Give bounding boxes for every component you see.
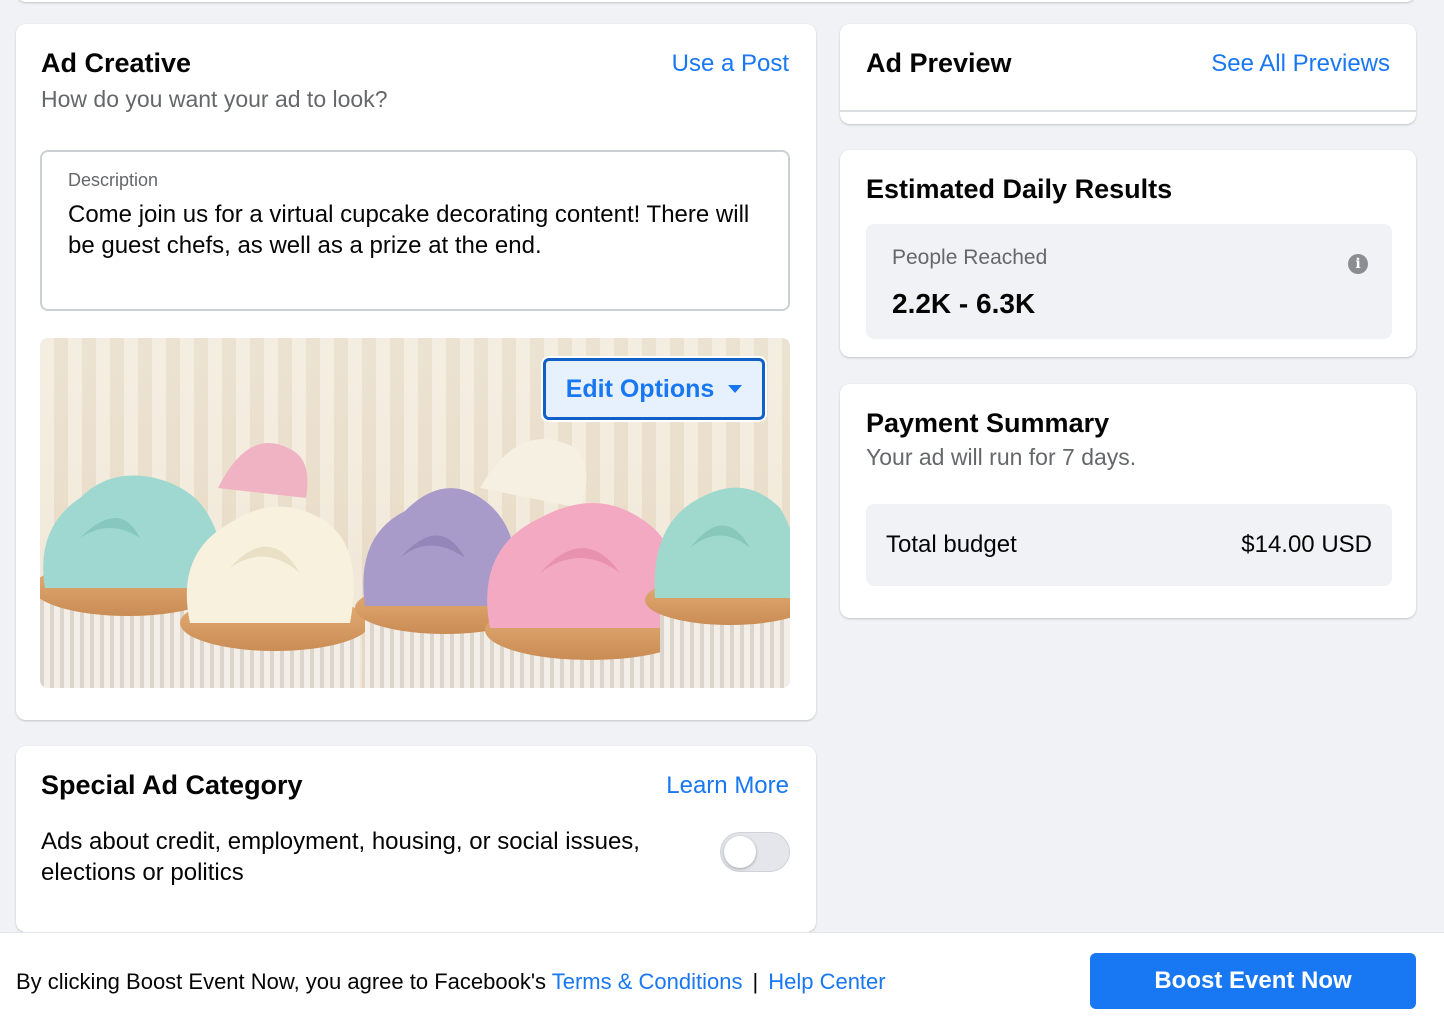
caret-down-icon bbox=[728, 385, 743, 393]
use-a-post-link[interactable]: Use a Post bbox=[672, 50, 789, 78]
ad-creative-subtitle: How do you want your ad to look? bbox=[41, 86, 388, 112]
ad-creative-card: Ad Creative How do you want your ad to l… bbox=[16, 24, 816, 720]
people-reached-label: People Reached bbox=[892, 246, 1048, 269]
special-ad-description: Ads about credit, employment, housing, o… bbox=[41, 828, 640, 886]
ad-image: Edit Options bbox=[40, 338, 790, 688]
terms-conditions-link[interactable]: Terms & Conditions bbox=[552, 969, 743, 994]
ad-preview-card: Ad Preview See All Previews bbox=[840, 24, 1416, 124]
boost-event-now-button[interactable]: Boost Event Now bbox=[1090, 953, 1416, 1009]
agreement-text: By clicking Boost Event Now, you agree t… bbox=[16, 969, 547, 994]
footer-bar: By clicking Boost Event Now, you agree t… bbox=[0, 932, 1444, 1022]
cupcake-teal-right bbox=[645, 487, 790, 688]
toggle-knob bbox=[724, 836, 756, 868]
edit-options-label: Edit Options bbox=[565, 374, 715, 403]
cupcake-back-pink bbox=[218, 443, 308, 498]
estimated-daily-results-card: Estimated Daily Results People Reached 2… bbox=[840, 150, 1416, 357]
preview-divider bbox=[840, 110, 1416, 112]
people-reached-box: People Reached 2.2K - 6.3K i bbox=[866, 224, 1392, 339]
help-center-link[interactable]: Help Center bbox=[768, 969, 885, 994]
edit-options-button[interactable]: Edit Options bbox=[543, 358, 765, 420]
description-field[interactable]: Description Come join us for a virtual c… bbox=[40, 150, 790, 311]
special-ad-toggle[interactable] bbox=[720, 832, 790, 872]
info-icon[interactable]: i bbox=[1348, 254, 1368, 274]
payment-title: Payment Summary bbox=[866, 408, 1110, 438]
ad-preview-title: Ad Preview bbox=[866, 48, 1012, 78]
total-budget-label: Total budget bbox=[886, 531, 1017, 558]
cupcake-back-cream bbox=[480, 439, 587, 508]
ad-creative-title: Ad Creative bbox=[41, 48, 192, 78]
footer-agreement: By clicking Boost Event Now, you agree t… bbox=[16, 969, 886, 995]
people-reached-value: 2.2K - 6.3K bbox=[892, 288, 1036, 319]
payment-summary-card: Payment Summary Your ad will run for 7 d… bbox=[840, 384, 1416, 618]
learn-more-link[interactable]: Learn More bbox=[666, 772, 789, 800]
previous-card-edge bbox=[16, 0, 1416, 2]
payment-subtitle: Your ad will run for 7 days. bbox=[866, 444, 1137, 470]
description-text[interactable]: Come join us for a virtual cupcake decor… bbox=[68, 199, 758, 261]
estimated-title: Estimated Daily Results bbox=[866, 174, 1173, 204]
footer-separator: | bbox=[752, 969, 759, 994]
total-budget-value: $14.00 USD bbox=[1241, 531, 1372, 558]
see-all-previews-link[interactable]: See All Previews bbox=[1211, 50, 1390, 78]
description-label: Description bbox=[68, 170, 159, 190]
special-ad-category-card: Special Ad Category Learn More Ads about… bbox=[16, 746, 816, 932]
total-budget-box: Total budget $14.00 USD bbox=[866, 504, 1392, 586]
special-ad-title: Special Ad Category bbox=[41, 770, 303, 800]
